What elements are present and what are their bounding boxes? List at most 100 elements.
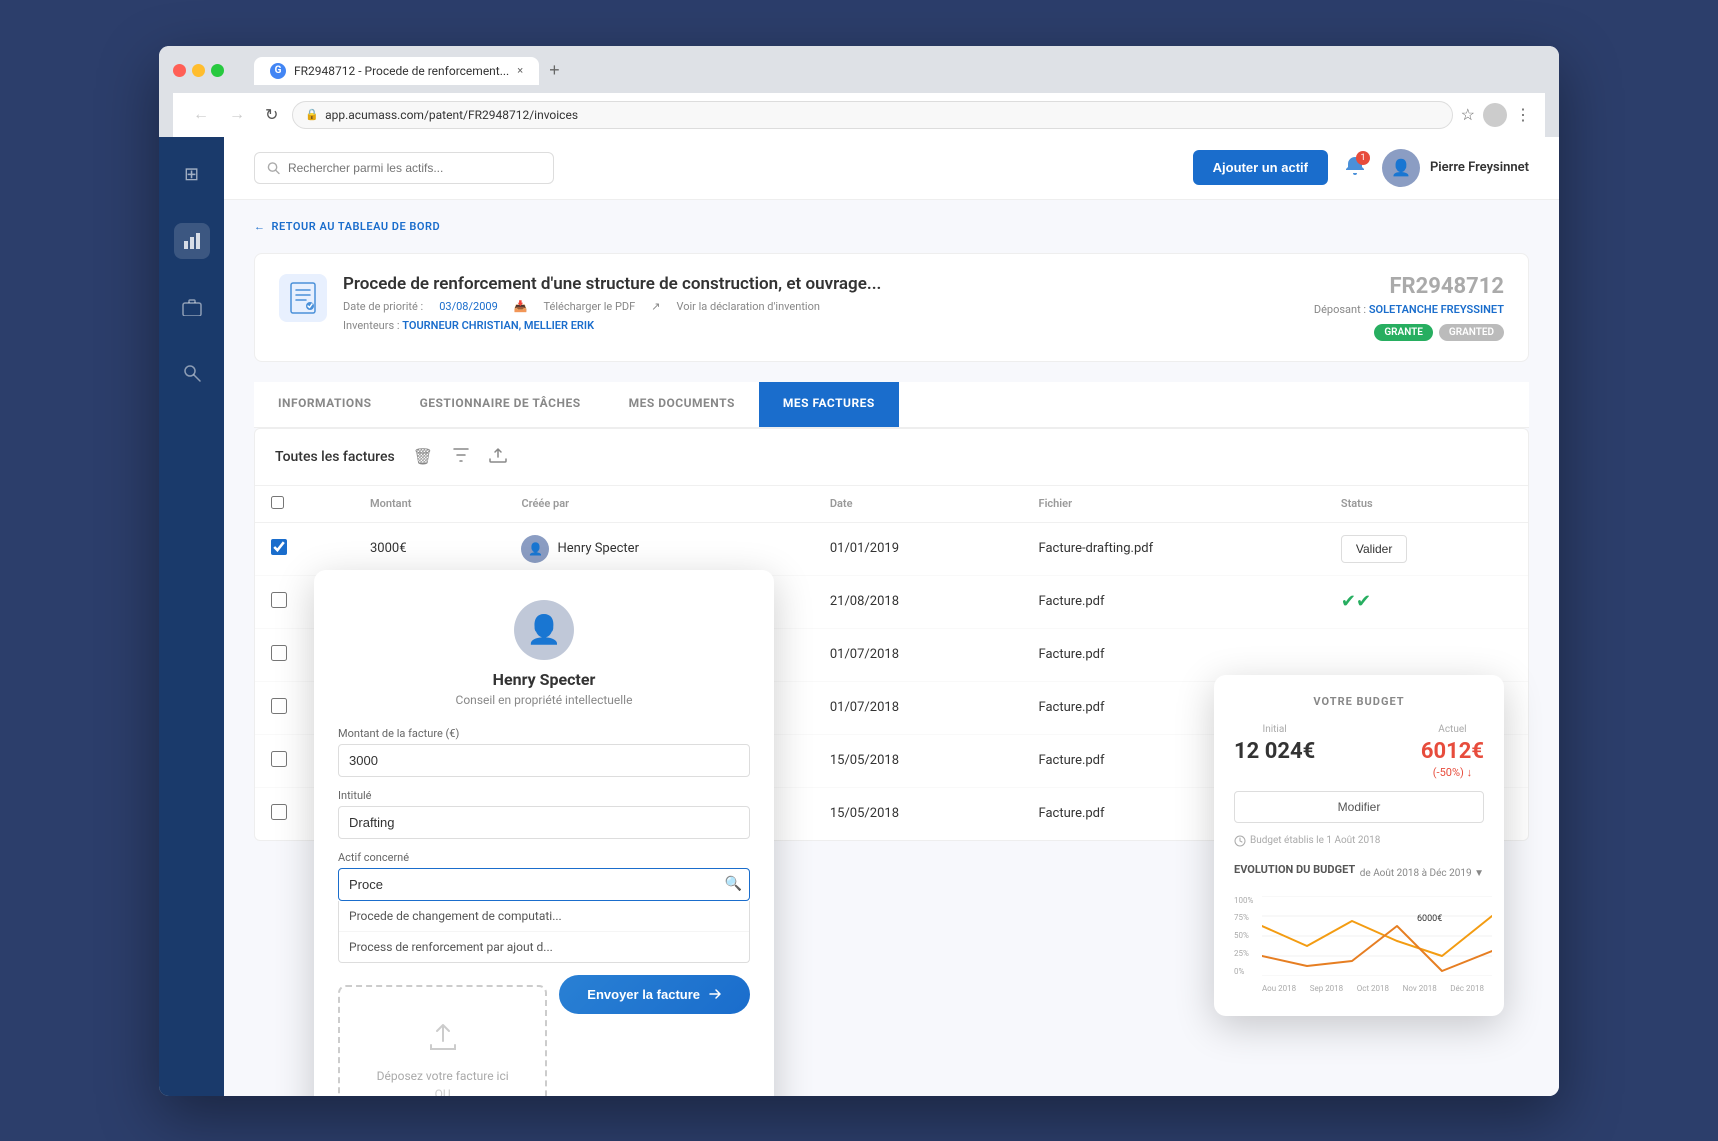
budget-current-amount: 6012€ [1421,739,1484,764]
evolution-range: de Août 2018 à Déc 2019 ▼ [1360,868,1484,879]
form-user-role: Conseil en propriété intellectuelle [338,693,750,707]
budget-current-label: Actuel [1421,724,1484,735]
cell-status [1325,628,1528,681]
priority-date[interactable]: 03/08/2009 [439,300,498,313]
search-input[interactable] [288,161,541,175]
cell-date: 15/05/2018 [814,734,1023,787]
actif-search-wrap: 🔍 [338,868,750,901]
select-all-checkbox[interactable] [271,496,284,509]
cell-status: ✔✔ [1325,575,1528,628]
deposant-info: Déposant : SOLETANCHE FREYSSINET [1314,303,1504,316]
user-avatar: 👤 [1382,149,1420,187]
search-icon [267,161,280,175]
montant-group: Montant de la facture (€) [338,727,750,777]
patent-right: FR2948712 Déposant : SOLETANCHE FREYSSIN… [1314,274,1504,341]
row-checkbox[interactable] [271,539,287,555]
delete-icon[interactable]: 🗑 [411,445,435,468]
actif-dropdown: Procede de changement de computati... Pr… [338,901,750,963]
row-checkbox[interactable] [271,592,287,608]
montant-input[interactable] [338,744,750,777]
deposant-name[interactable]: SOLETANCHE FREYSSINET [1369,303,1504,316]
row-checkbox[interactable] [271,698,287,714]
cell-date: 01/07/2018 [814,681,1023,734]
col-montant: Montant [354,486,505,523]
actif-search-icon: 🔍 [725,876,742,892]
patent-number: FR2948712 [1314,274,1504,299]
app-inner: ← RETOUR AU TABLEAU DE BORD [224,200,1559,1096]
upload-drop-icon [360,1017,525,1061]
cell-fichier: Facture.pdf [1023,628,1325,681]
tab-factures[interactable]: MES FACTURES [759,382,899,427]
form-user-name: Henry Specter [338,670,750,689]
view-declaration-link[interactable]: Voir la déclaration d'invention [676,300,820,313]
chart-svg-wrap: 6000€ [1262,896,1484,980]
clock-icon [1234,835,1246,847]
tab-gestionnaire[interactable]: GESTIONNAIRE DE TÂCHES [396,382,605,427]
close-traffic-light[interactable] [173,64,186,77]
intitule-label: Intitulé [338,789,750,802]
minimize-traffic-light[interactable] [192,64,205,77]
inventors-names[interactable]: TOURNEUR CHRISTIAN, MELLIER ERIK [402,319,594,332]
intitule-input[interactable] [338,806,750,839]
budget-initial-col: Initial 12 024€ [1234,724,1315,779]
tab-close-btn[interactable]: × [517,64,523,77]
upload-icon[interactable] [487,445,509,469]
breadcrumb[interactable]: ← RETOUR AU TABLEAU DE BORD [254,220,1529,233]
patent-info: Procede de renforcement d'une structure … [343,274,1298,332]
actif-result-1[interactable]: Procede de changement de computati... [339,901,749,932]
actif-group: Actif concerné 🔍 Procede de changement d… [338,851,750,963]
sidebar-item-key[interactable] [174,355,210,391]
budget-title: VOTRE BUDGET [1234,695,1484,708]
row-checkbox[interactable] [271,804,287,820]
chart-x-labels: Aou 2018 Sep 2018 Oct 2018 Nov 2018 Déc … [1262,984,1484,993]
more-options-icon[interactable]: ⋮ [1515,105,1531,124]
search-box[interactable] [254,152,554,184]
sidebar-item-chart[interactable] [174,223,210,259]
forward-btn[interactable]: → [223,104,251,126]
reload-btn[interactable]: ↻ [259,103,284,127]
actif-search-input[interactable] [338,868,750,901]
notification-button[interactable]: 1 [1344,155,1366,181]
lock-icon: 🔒 [305,108,319,121]
back-btn[interactable]: ← [187,104,215,126]
sidebar-item-home[interactable]: ⊞ [174,157,210,193]
download-pdf-link[interactable]: Télécharger le PDF [543,300,635,313]
nav-right: ☆ ⋮ [1461,103,1531,127]
table-row: 3000€👤Henry Specter01/01/2019Facture-dra… [255,522,1528,575]
cell-fichier: Facture.pdf [1023,575,1325,628]
row-checkbox[interactable] [271,751,287,767]
filter-icon[interactable] [451,445,471,468]
user-circle [1483,103,1507,127]
browser-tab[interactable]: G FR2948712 - Procede de renforcement...… [254,57,539,85]
drop-zone[interactable]: Déposez votre facture ici OU [338,985,547,1096]
new-tab-btn[interactable]: + [541,56,568,85]
browser-toolbar: G FR2948712 - Procede de renforcement...… [159,46,1559,137]
budget-modifier-btn[interactable]: Modifier [1234,791,1484,823]
valider-btn[interactable]: Valider [1341,535,1407,563]
send-invoice-label: Envoyer la facture [587,987,700,1002]
montant-label: Montant de la facture (€) [338,727,750,740]
send-invoice-button[interactable]: Envoyer la facture [559,975,750,1014]
breadcrumb-arrow: ← [254,220,266,233]
patent-inventors: Inventeurs : TOURNEUR CHRISTIAN, MELLIER… [343,319,1298,332]
main-content: Ajouter un actif 1 👤 Pierre Freysinnet [224,137,1559,1096]
form-user-avatar: 👤 [514,600,574,660]
address-bar[interactable]: 🔒 app.acumass.com/patent/FR2948712/invoi… [292,101,1452,129]
tab-informations[interactable]: INFORMATIONS [254,382,396,427]
maximize-traffic-light[interactable] [211,64,224,77]
creator-avatar: 👤 [521,535,549,563]
tab-documents[interactable]: MES DOCUMENTS [605,382,759,427]
evolution-title: EVOLUTION DU BUDGET [1234,863,1355,876]
form-user-avatar-wrap: 👤 [338,600,750,660]
drop-text: Déposez votre facture ici [360,1069,525,1083]
chart-y-labels: 100% 75% 50% 25% 0% [1234,896,1262,976]
bookmark-icon[interactable]: ☆ [1461,105,1475,124]
actif-result-2[interactable]: Process de renforcement par ajout d... [339,932,749,962]
budget-note: Budget établis le 1 Août 2018 [1234,835,1484,847]
traffic-lights [173,64,224,77]
row-checkbox[interactable] [271,645,287,661]
drop-or: OU [360,1087,525,1096]
user-profile[interactable]: 👤 Pierre Freysinnet [1382,149,1529,187]
add-asset-button[interactable]: Ajouter un actif [1193,150,1328,185]
sidebar-item-briefcase[interactable] [174,289,210,325]
